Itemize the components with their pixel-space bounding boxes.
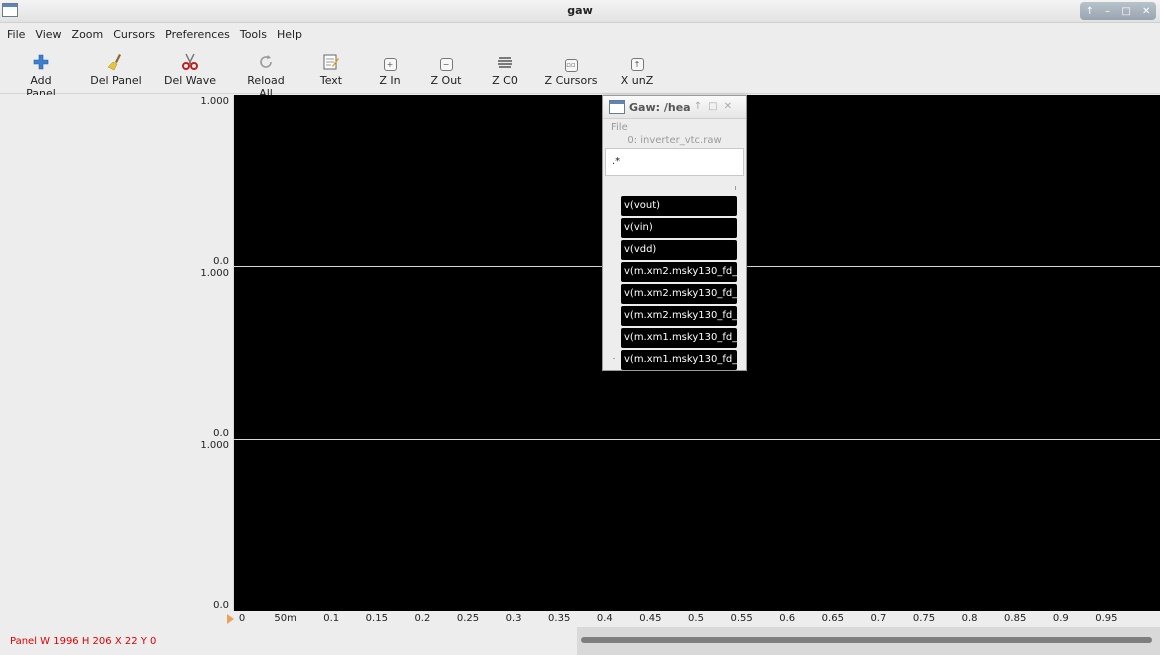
menu-view[interactable]: View [30,28,66,41]
x-tick-label: 0.5 [688,613,704,624]
window-controls: ↑ – □ ✕ [1080,2,1156,20]
x-axis: 0 50m 0.1 0.15 0.2 0.25 0.3 0.35 0.4 0.45 0.5 0.55 0… [0,611,1160,627]
del-wave-button[interactable]: Del Wave [164,53,216,87]
scrollbar-thumb[interactable] [581,637,1152,643]
wave-item[interactable]: v(vout) [621,196,737,216]
menu-tools[interactable]: Tools [235,28,272,41]
wave-item[interactable]: v(m.xm2.msky130_fd_pr__ [621,284,737,304]
toolbar: Add Panel Del Panel Del Wave Reload All … [0,45,1160,100]
window-maximize-icon[interactable]: □ [1121,6,1130,17]
popup-title-bar[interactable]: Gaw: /hea ↑□✕ [603,96,746,119]
add-panel-button[interactable]: Add Panel [16,53,66,100]
popup-resize-dot [613,358,615,359]
wave-list-window[interactable]: Gaw: /hea ↑□✕ File 0: inverter_vtc.raw .… [602,95,747,371]
wave-filter-input[interactable]: .* [605,148,744,176]
reload-all-button[interactable]: Reload All [240,53,292,100]
broom-icon [107,53,125,71]
x-tick-label: 0.65 [821,613,844,624]
x-tick-label: 0.2 [414,613,431,624]
scissors-icon [181,53,199,71]
popup-window-controls[interactable]: ↑□✕ [694,101,738,112]
x-tick-label: 0.25 [456,613,480,624]
wave-item[interactable]: v(m.xm1.msky130_fd_pr__ [621,328,737,348]
zoom-c0-label: Z C0 [492,74,518,87]
x-unzoom-label: X unZ [620,74,654,87]
x-tick-label: 0.55 [730,613,753,624]
x-tick-label: 0.1 [323,613,340,624]
zoom-cursors-button[interactable]: ▫▫ Z Cursors [544,53,598,87]
zoom-out-icon: − [437,53,455,71]
panel-1-y-min: 0.0 [213,256,229,267]
text-button[interactable]: Text [316,53,346,87]
panel-label-area: 1.000 0.0 1.000 0.0 1.000 0.0 [0,95,234,611]
zoom-cursors-icon: ▫▫ [562,53,580,72]
zoom-in-button[interactable]: + Z In [375,53,405,87]
zoom-out-label: Z Out [430,74,462,87]
panel-3-y-max: 1.000 [200,440,229,451]
popup-title: Gaw: /hea [629,101,691,114]
popup-window-icon [609,100,625,114]
menu-bar: File View Zoom Cursors Preferences Tools… [0,23,1160,45]
zoom-cursors-label: Z Cursors [544,74,598,87]
reload-icon [257,53,275,71]
panel-3-y-min: 0.0 [213,600,229,611]
wave-item[interactable]: v(m.xm1.msky130_fd_pr__ [621,350,737,370]
x-tick-label: 0.8 [961,613,978,624]
menu-cursors[interactable]: Cursors [108,28,160,41]
x-tick-label: 50m [274,613,297,624]
window-minimize-icon[interactable]: – [1105,6,1110,17]
text-label: Text [319,74,343,87]
del-panel-button[interactable]: Del Panel [90,53,142,87]
x-tick-label: 0.45 [639,613,662,624]
panel-2-y-min: 0.0 [213,428,229,439]
zoom-out-button[interactable]: − Z Out [428,53,464,87]
x-tick-label: 0.7 [870,613,887,624]
x-tick-label: 0.4 [596,613,613,624]
x-tick-label: 0.15 [365,613,388,624]
x-tick-label: 0.75 [912,613,936,624]
wave-item[interactable]: v(m.xm2.msky130_fd_pr__ [621,306,737,326]
status-bar: Panel W 1996 H 206 X 22 Y 0 [0,627,1160,655]
menu-help[interactable]: Help [272,28,307,41]
popup-file-label: 0: inverter_vtc.raw [627,135,722,146]
menu-file[interactable]: File [2,28,30,41]
zoom-c0-button[interactable]: Z C0 [489,53,521,87]
x-unzoom-button[interactable]: ↑ X unZ [620,53,654,87]
x-tick-label: 0.35 [548,613,571,624]
x-tick-label: 0.9 [1052,613,1069,624]
plus-icon [32,53,50,71]
x-unzoom-icon: ↑ [628,53,646,71]
menu-preferences[interactable]: Preferences [160,28,235,41]
title-bar: gaw ↑ – □ ✕ [0,0,1160,23]
zoom-c0-icon [496,53,514,71]
x-tick-label: 0.3 [505,613,522,624]
horizontal-scrollbar[interactable] [577,627,1160,655]
popup-menu-file[interactable]: File [603,119,746,135]
x-tick-label: 0.95 [1095,613,1118,624]
status-text: Panel W 1996 H 206 X 22 Y 0 [10,636,157,647]
window-close-icon[interactable]: ✕ [1142,6,1150,17]
del-wave-label: Del Wave [164,74,216,87]
x-tick-label: 0.6 [779,613,796,624]
x-tick-label: 0.85 [1004,613,1027,624]
wave-item[interactable]: v(m.xm2.msky130_fd_pr__ [621,262,737,282]
window-up-icon[interactable]: ↑ [1086,6,1094,17]
wave-list: v(vout) v(vin) v(vdd) v(m.xm2.msky130_fd… [621,196,737,370]
menu-zoom[interactable]: Zoom [67,28,109,41]
popup-scroll-tick [735,186,736,190]
panel-separator [234,439,1160,440]
x-tick-label: 0 [238,613,246,624]
del-panel-label: Del Panel [90,74,142,87]
window-title: gaw [567,4,593,17]
wave-item[interactable]: v(vdd) [621,240,737,260]
wave-item[interactable]: v(vin) [621,218,737,238]
text-edit-icon [322,53,340,71]
panel-2-y-max: 1.000 [200,268,229,279]
zoom-in-icon: + [381,53,399,71]
panel-1-y-max: 1.000 [200,96,229,107]
zoom-in-label: Z In [379,74,401,87]
